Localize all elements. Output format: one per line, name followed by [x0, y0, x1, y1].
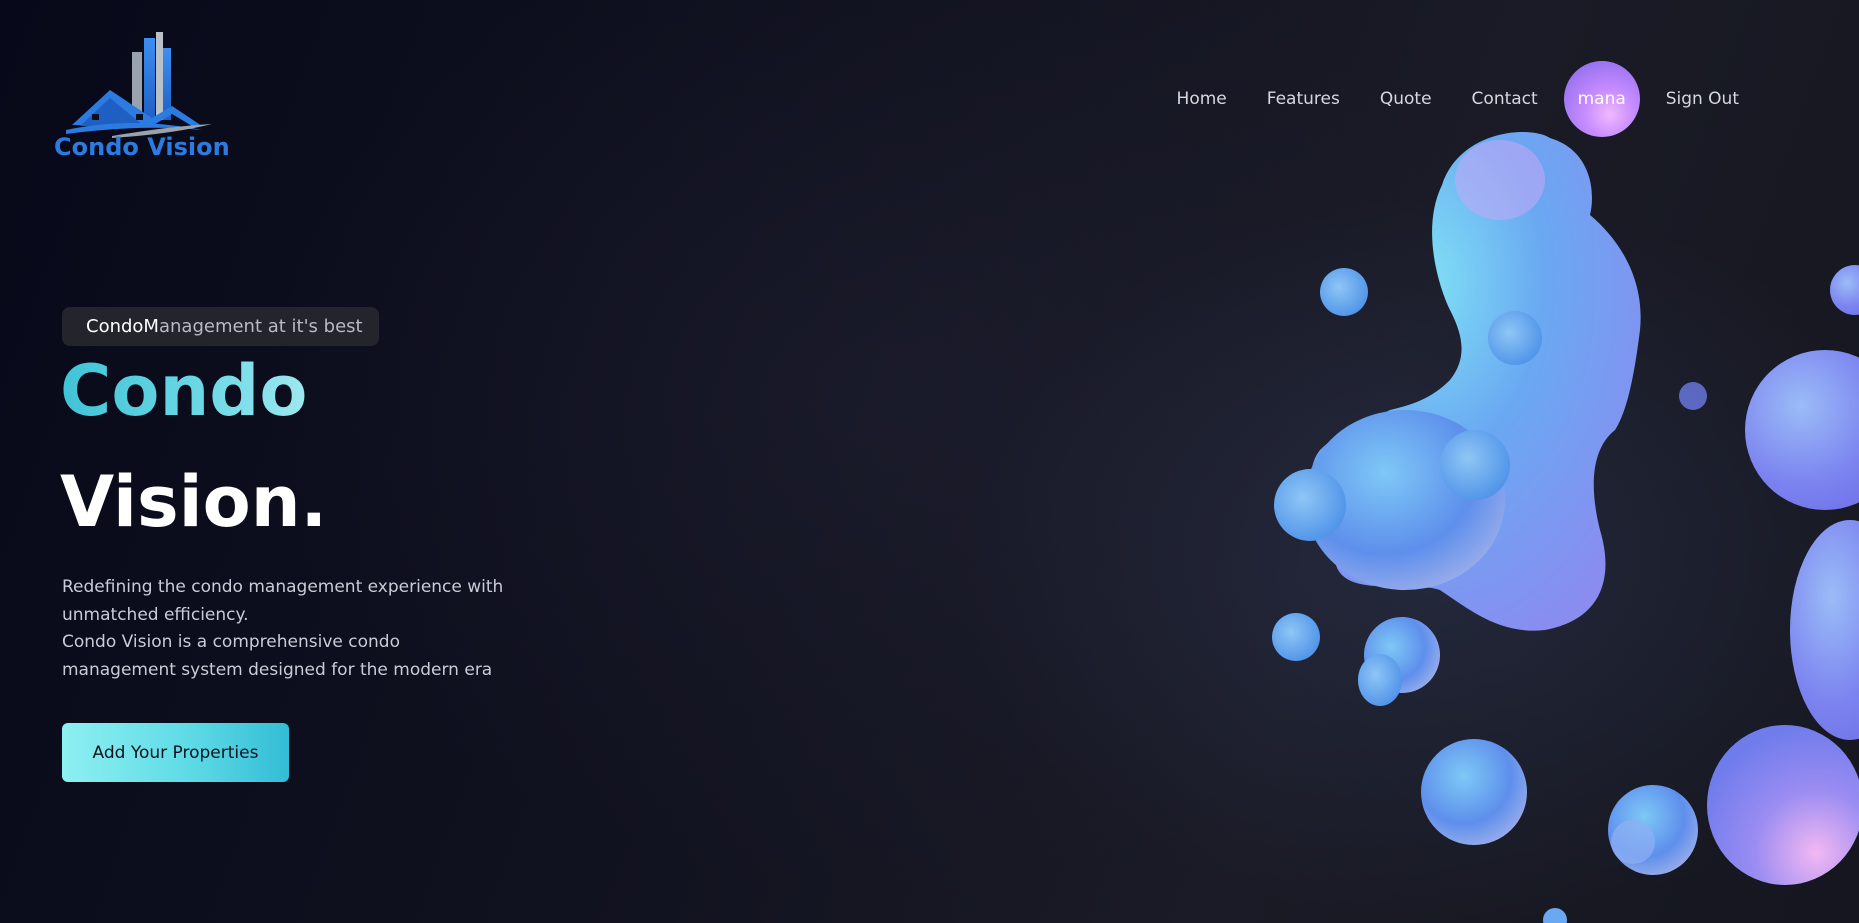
description-line: management system designed for the moder…	[62, 659, 493, 680]
tagline-highlight: CondoM	[86, 316, 159, 337]
nav-quote[interactable]: Quote	[1360, 89, 1452, 109]
building-house-icon	[66, 32, 212, 138]
main-nav: Home Features Quote Contact mana Sign Ou…	[1157, 61, 1759, 137]
hero-description: Redefining the condo management experien…	[62, 574, 562, 684]
description-line: unmatched efficiency.	[62, 604, 249, 625]
nav-contact[interactable]: Contact	[1452, 89, 1558, 109]
user-avatar[interactable]: mana	[1563, 61, 1640, 137]
sign-out-link[interactable]: Sign Out	[1646, 89, 1759, 109]
tagline-badge: CondoM anagement at it's best	[62, 307, 379, 346]
add-properties-button[interactable]: Add Your Properties	[62, 723, 289, 782]
tagline-rest: anagement at it's best	[158, 316, 363, 337]
blob-illustration	[1272, 132, 1859, 923]
description-line: Redefining the condo management experien…	[62, 577, 504, 597]
nav-features[interactable]: Features	[1247, 89, 1360, 109]
landing-page: Condo Vision Home Features Quote Contact…	[0, 0, 1859, 923]
nav-home[interactable]: Home	[1157, 89, 1247, 109]
brand-logo[interactable]: Condo Vision	[52, 30, 230, 165]
hero-title-line2: Vision.	[60, 461, 328, 543]
hero-title-line1: Condo	[60, 350, 308, 432]
brand-name: Condo Vision	[54, 133, 230, 161]
description-line: Condo Vision is a comprehensive condo	[62, 632, 400, 652]
